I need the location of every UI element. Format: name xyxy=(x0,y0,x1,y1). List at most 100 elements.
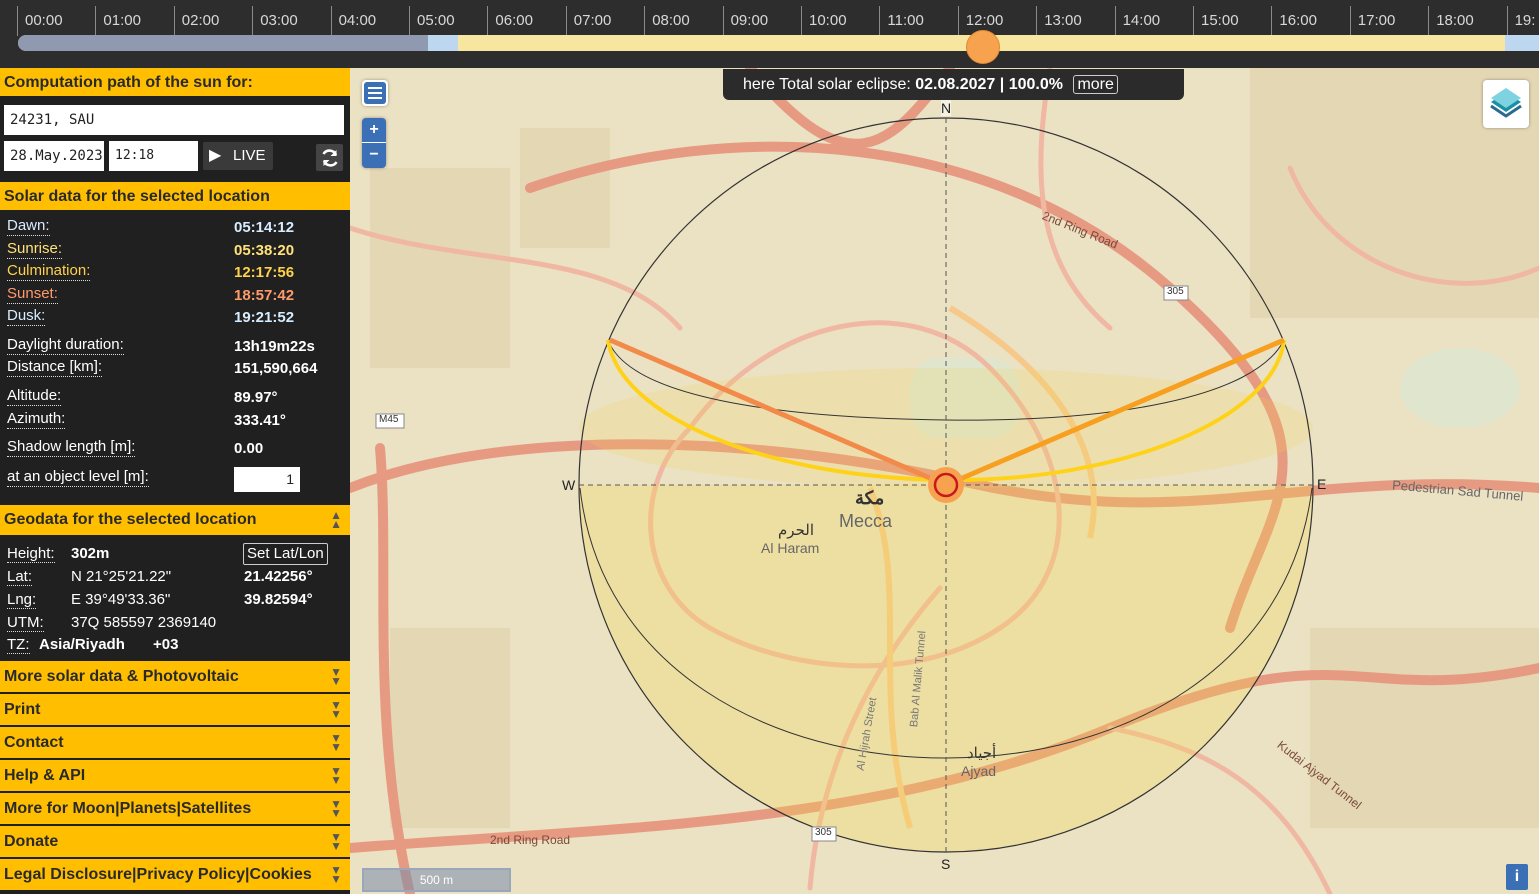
section-header[interactable]: More solar data & Photovoltaic ▼ ▼ xyxy=(0,661,350,694)
lat-key: Lat: xyxy=(7,568,33,586)
height-key: Height: xyxy=(7,545,55,563)
solar-row: Distance [km]: 151,590,664 xyxy=(7,358,343,380)
timeline-hour-label[interactable]: 00:00 xyxy=(17,6,63,36)
timeline-hour-label[interactable]: 09:00 xyxy=(722,6,768,36)
section-title: More for Moon|Planets|Satellites xyxy=(4,800,252,817)
solar-row: Daylight duration: 13h19m22s xyxy=(7,336,343,358)
timeline-hour-label[interactable]: 15:00 xyxy=(1193,6,1239,36)
compass-east: E xyxy=(1317,476,1327,492)
expand-icon: ▼ ▼ xyxy=(330,697,342,721)
solar-row-key: at an object level [m]: xyxy=(7,468,149,487)
time-input[interactable]: 12:18 UTC+3 xyxy=(109,141,198,193)
computation-header: Computation path of the sun for: xyxy=(0,68,350,98)
section-header[interactable]: Help & API ▼ ▼ xyxy=(0,760,350,793)
timeline-hour-label[interactable]: 02:00 xyxy=(173,6,219,36)
zoom-out-button[interactable]: − xyxy=(362,143,386,167)
eclipse-prefix: here Total solar eclipse: xyxy=(743,76,911,93)
sidebar-panel: Computation path of the sun for: 24231, … xyxy=(0,68,350,894)
timeline-hour-label[interactable]: 07:00 xyxy=(565,6,611,36)
location-input[interactable]: 24231, SAU xyxy=(4,105,344,135)
ajyad-label-english: Ajyad xyxy=(961,763,997,779)
solar-row-key: Shadow length [m]: xyxy=(7,438,136,457)
section-title: Help & API xyxy=(4,767,86,784)
section-header[interactable]: Legal Disclosure|Privacy Policy|Cookies ▼… xyxy=(0,859,350,892)
timeline-hour-label[interactable]: 08:00 xyxy=(644,6,690,36)
lat-dms: N 21°25'21.22" xyxy=(71,568,172,585)
timeline-hour-label[interactable]: 04:00 xyxy=(330,6,376,36)
section-header[interactable]: Print ▼ ▼ xyxy=(0,694,350,727)
set-latlon-button[interactable]: Set Lat/Lon xyxy=(243,543,328,565)
section-header[interactable]: Donate ▼ ▼ xyxy=(0,826,350,859)
zoom-in-button[interactable]: + xyxy=(362,118,386,143)
solar-row-value: 333.41° xyxy=(234,412,286,429)
map-view[interactable]: N S E W مكة Mecca الحرم Al Haram أجياد A… xyxy=(350,68,1539,894)
layers-button[interactable] xyxy=(1483,80,1529,128)
solar-row-value: 13h19m22s xyxy=(234,338,315,355)
info-icon: i xyxy=(1514,868,1520,885)
timeline-hour-label[interactable]: 18:00 xyxy=(1428,6,1474,36)
tz-key: TZ: xyxy=(7,636,30,654)
solar-data-header: Solar data for the selected location xyxy=(0,182,350,212)
timeline-bar[interactable]: 00:00 01:00 02:00 03:00 04:00 05:00 06:00 07:00… xyxy=(0,0,1539,68)
collapse-icon: ▲ ▲ xyxy=(330,508,342,531)
section-header[interactable]: More for Moon|Planets|Satellites ▼ ▼ xyxy=(0,793,350,826)
zoom-control: + − xyxy=(362,118,386,168)
section-title: Print xyxy=(4,701,41,718)
refresh-button[interactable] xyxy=(316,144,343,171)
solar-row: Shadow length [m]: 0.00 xyxy=(7,438,343,460)
timeline-time-handle[interactable] xyxy=(966,30,1000,64)
date-input[interactable]: 28.May.2023 xyxy=(4,141,104,171)
timeline-twilight-segment xyxy=(428,35,458,51)
solar-row-key: Dawn: xyxy=(7,217,50,236)
timeline-hour-label[interactable]: 06:00 xyxy=(487,6,533,36)
solar-row-value: 18:57:42 xyxy=(234,287,295,304)
section-header[interactable]: Contact ▼ ▼ xyxy=(0,727,350,760)
compass-west: W xyxy=(562,477,576,493)
solar-data-title: Solar data for the selected location xyxy=(4,188,270,205)
timeline-hour-label[interactable]: 10:00 xyxy=(801,6,847,36)
solar-row: Culmination: 12:17:56 xyxy=(7,262,343,284)
solar-row-value: 89.97° xyxy=(234,389,278,406)
expand-icon: ▼ ▼ xyxy=(330,763,342,787)
timeline-hour-label[interactable]: 03:00 xyxy=(252,6,298,36)
timeline-hour-label[interactable]: 19: xyxy=(1506,6,1535,36)
timeline-hour-label[interactable]: 11:00 xyxy=(879,6,924,36)
timeline-hour-label[interactable]: 17:00 xyxy=(1349,6,1395,36)
timeline-track[interactable] xyxy=(18,35,1539,51)
eclipse-separator: | xyxy=(999,76,1005,93)
live-label: LIVE xyxy=(233,147,266,164)
section-title: Contact xyxy=(4,734,64,751)
timeline-hour-label[interactable]: 16:00 xyxy=(1271,6,1317,36)
geodata-header[interactable]: Geodata for the selected location ▲ ▲ xyxy=(0,505,350,537)
expand-icon: ▼ ▼ xyxy=(330,796,342,820)
solar-row-value: 0.00 xyxy=(234,440,264,457)
city-label-arabic: مكة xyxy=(855,488,885,508)
section-title: Legal Disclosure|Privacy Policy|Cookies xyxy=(4,866,312,883)
menu-button[interactable] xyxy=(362,80,388,106)
haram-label-arabic: الحرم xyxy=(778,522,814,539)
solar-row-key: Daylight duration: xyxy=(7,336,124,355)
expand-icon: ▼ ▼ xyxy=(330,664,342,688)
timeline-hour-label[interactable]: 13:00 xyxy=(1036,6,1082,36)
solar-row-value: 05:38:20 xyxy=(234,242,295,259)
solar-row-key: Altitude: xyxy=(7,387,62,406)
timeline-hour-label[interactable]: 14:00 xyxy=(1114,6,1160,36)
object-level-input[interactable]: 1 xyxy=(234,467,300,492)
eclipse-percent: 100.0% xyxy=(1008,76,1063,93)
hamburger-icon xyxy=(364,82,386,104)
solar-row: Dusk: 19:21:52 xyxy=(7,307,343,329)
timeline-hour-label[interactable]: 01:00 xyxy=(95,6,141,36)
solar-row: Azimuth: 333.41° xyxy=(7,410,343,432)
tz-value: Asia/Riyadh xyxy=(39,636,125,653)
collapsed-sections: More solar data & Photovoltaic ▼ ▼ Print ▼ ▼ C… xyxy=(0,661,350,892)
eclipse-more-button[interactable]: more xyxy=(1073,75,1118,94)
solar-row: Sunset: 18:57:42 xyxy=(7,285,343,307)
info-button[interactable]: i xyxy=(1506,864,1528,890)
timeline-hour-label[interactable]: 05:00 xyxy=(409,6,455,36)
refresh-icon xyxy=(321,149,338,167)
solar-row-value: 05:14:12 xyxy=(234,219,295,236)
live-button[interactable]: ▶ LIVE xyxy=(203,142,273,170)
eclipse-banner: here Total solar eclipse: 02.08.2027 | 1… xyxy=(723,69,1184,100)
map-canvas[interactable] xyxy=(350,68,1539,894)
expand-icon: ▼ ▼ xyxy=(330,862,342,886)
